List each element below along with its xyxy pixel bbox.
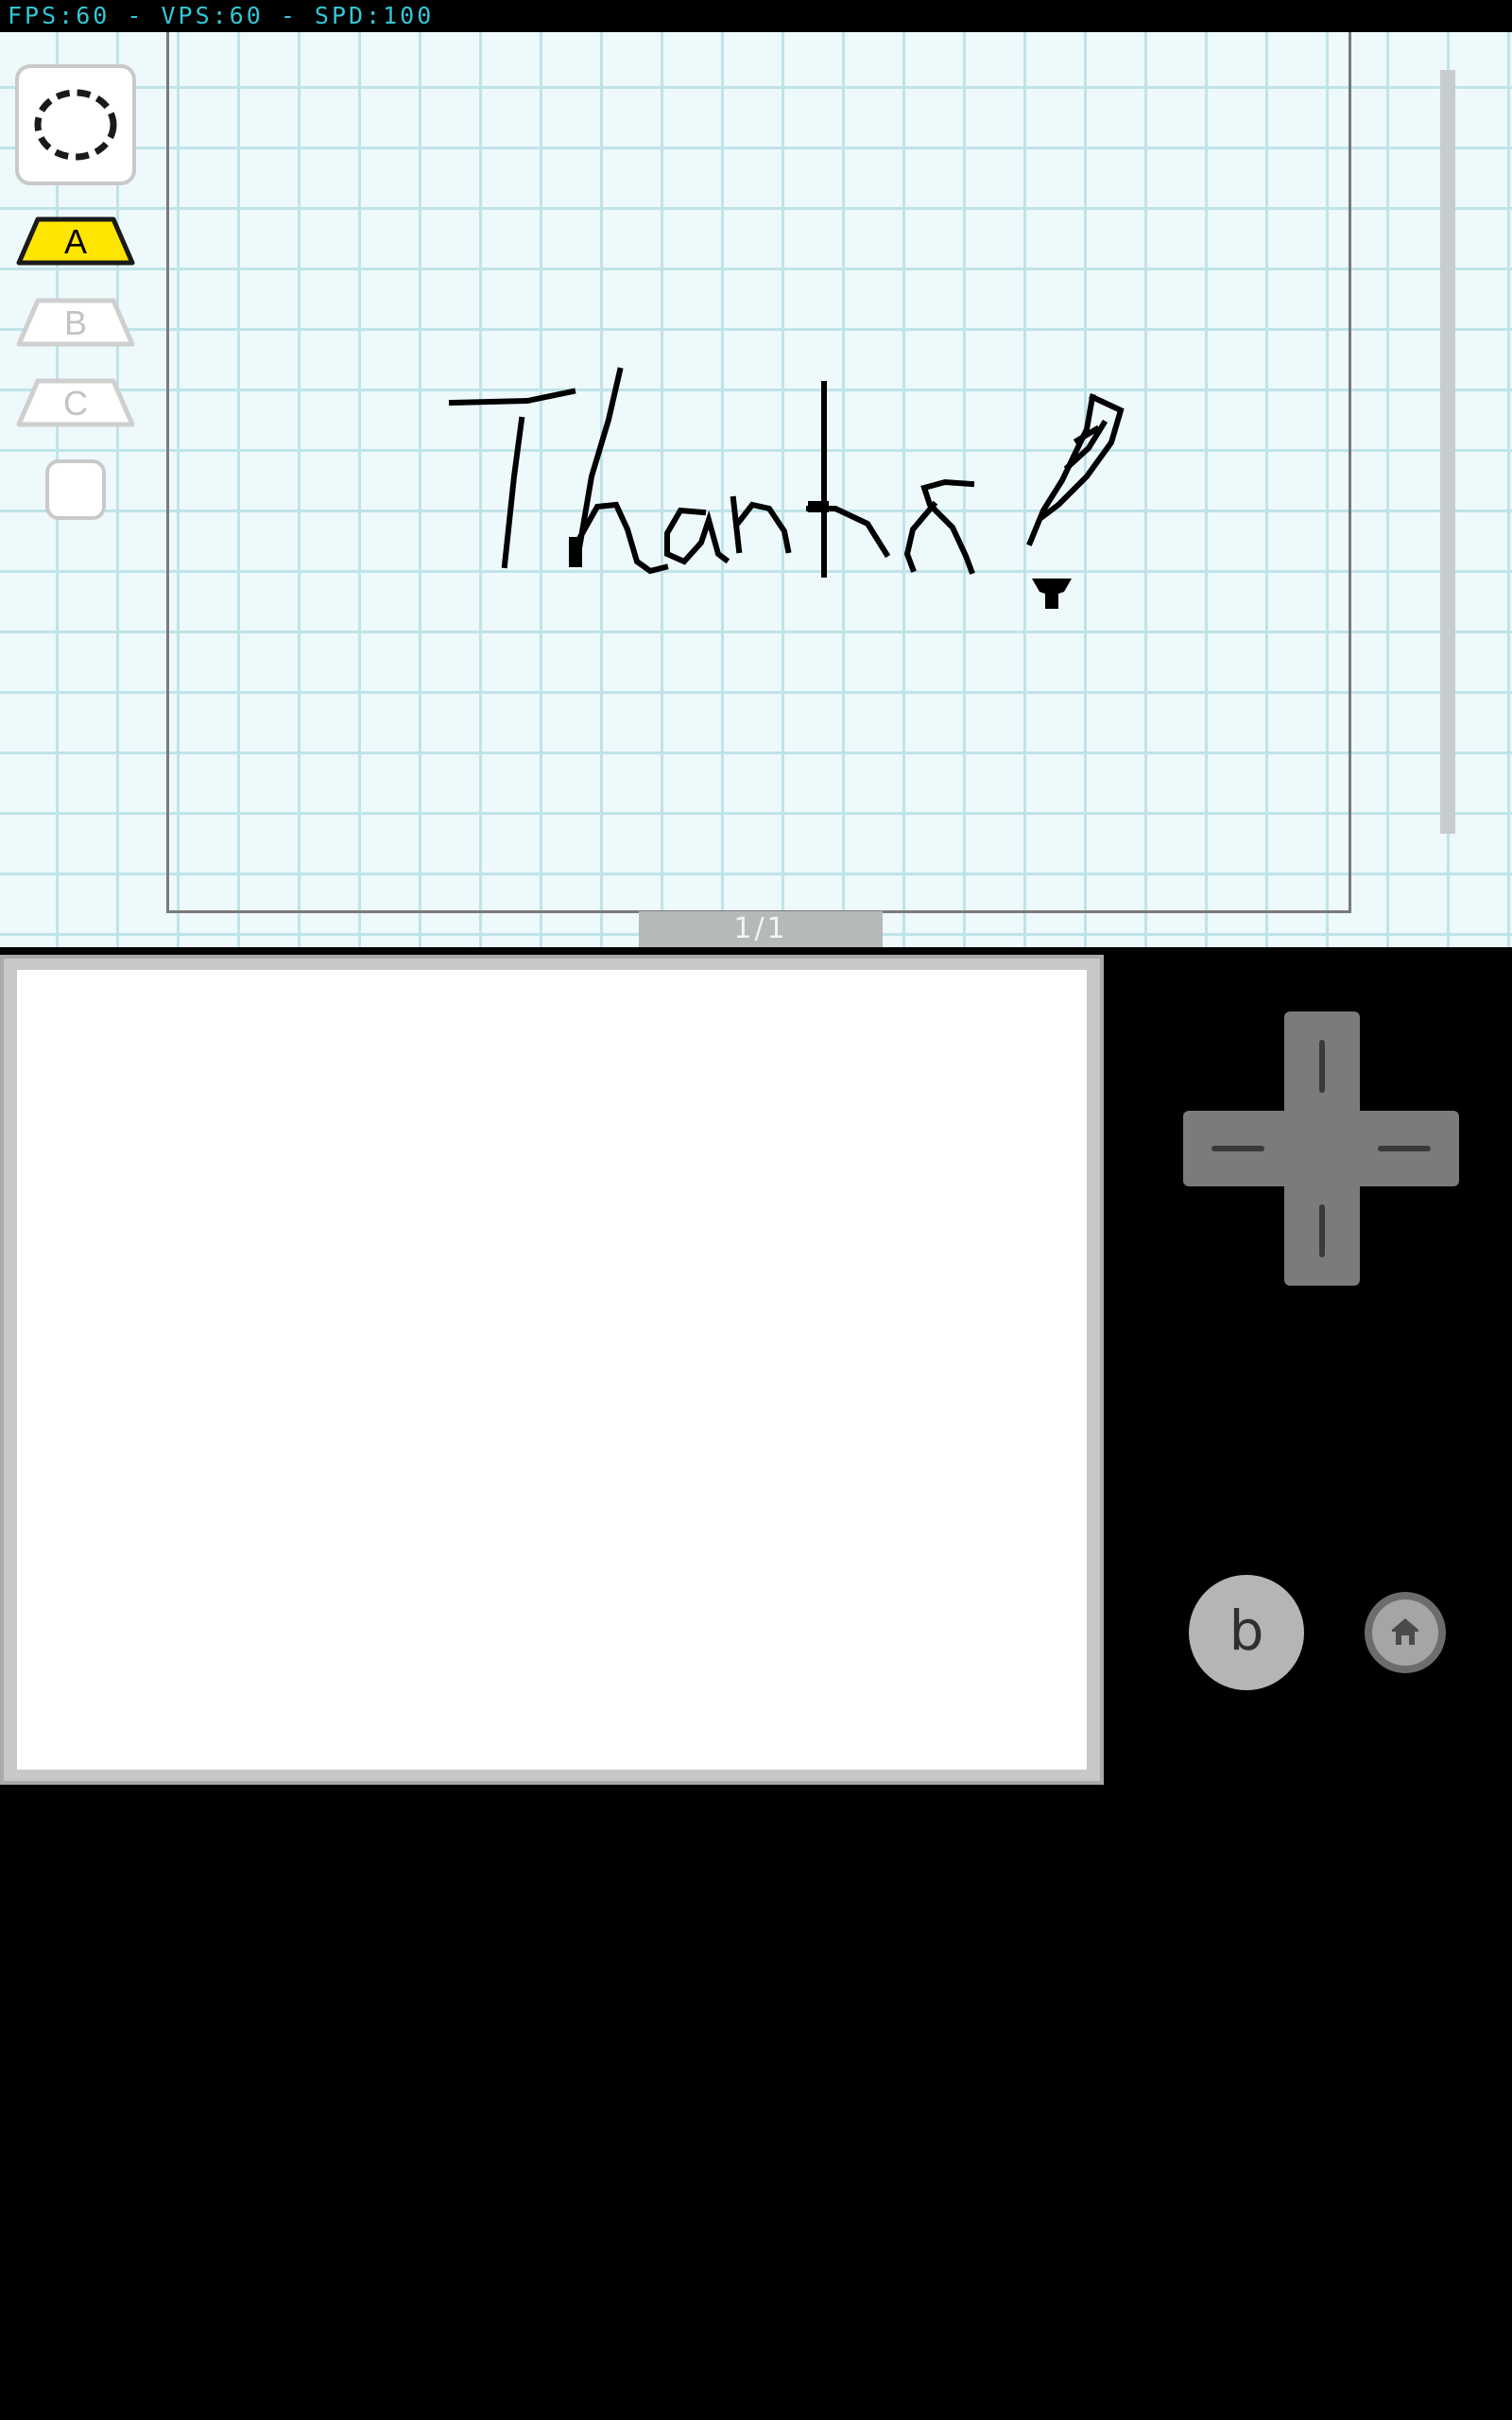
handwriting-drawing (448, 367, 1125, 609)
pen-a-label: A (63, 222, 87, 261)
pen-a-button[interactable]: A (15, 216, 136, 270)
handwriting-drawing (17, 970, 1087, 1770)
dpad-up-icon (1319, 1040, 1325, 1093)
dpad-right-icon (1378, 1146, 1431, 1151)
dpad[interactable] (1183, 1011, 1459, 1288)
status-bar: FPS:60 - VPS:60 - SPD:100 (0, 0, 1512, 32)
fps-readout: FPS:60 - VPS:60 - SPD:100 (8, 2, 435, 29)
pen-b-button[interactable]: B (15, 297, 136, 352)
home-button[interactable] (1365, 1592, 1446, 1673)
top-screen[interactable]: 1/1 (0, 32, 1512, 947)
pen-c-label: C (63, 384, 88, 423)
b-button[interactable]: b (1189, 1575, 1304, 1690)
lasso-select-icon (34, 89, 117, 161)
bottom-screen (0, 955, 1104, 1785)
dpad-left-icon (1211, 1146, 1264, 1151)
bottom-canvas[interactable] (17, 970, 1087, 1770)
dpad-down-icon (1319, 1204, 1325, 1257)
pen-b-label: B (63, 303, 87, 342)
scrollbar[interactable] (1440, 70, 1455, 834)
pen-c-button[interactable]: C (15, 377, 136, 432)
page-indicator: 1/1 (639, 911, 883, 947)
eraser-button[interactable] (45, 459, 106, 520)
home-icon (1392, 1618, 1418, 1645)
lasso-select-button[interactable] (15, 64, 136, 185)
home-button-face (1372, 1599, 1438, 1666)
